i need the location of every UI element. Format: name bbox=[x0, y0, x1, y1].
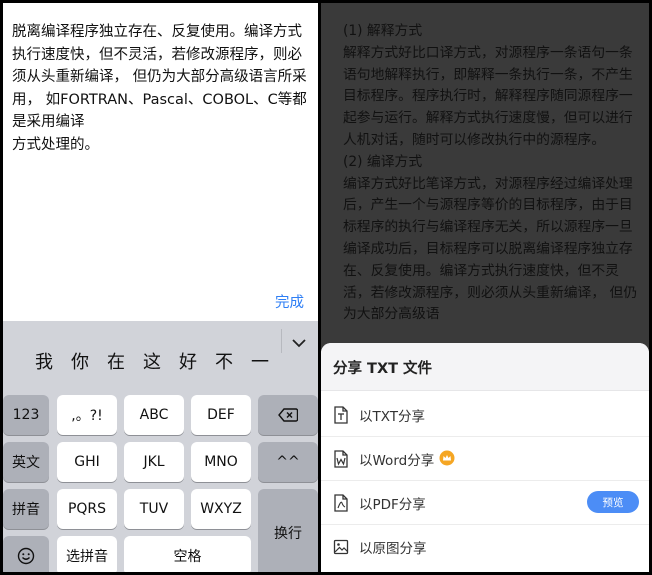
select-pinyin-key-label: 选拼音 bbox=[66, 549, 108, 565]
candidate-divider bbox=[281, 329, 282, 353]
pinyin-key-label: 拼音 bbox=[12, 502, 40, 518]
abc-key[interactable]: ABC bbox=[124, 395, 184, 435]
numbers-key-label: 123 bbox=[12, 407, 40, 423]
image-icon bbox=[333, 539, 349, 555]
share-as-txt-option[interactable]: 以TXT分享 bbox=[321, 393, 649, 437]
share-panel: (1) 解释方式 解释方式好比口译方式，对源程序一条语句一条语句地解释执行，即解… bbox=[321, 3, 649, 572]
def-key[interactable]: DEF bbox=[191, 395, 251, 435]
screenshot-frame: 脱离编译程序独立存在、反复使用。编译方式执行速度快，但不灵活，若修改源程序，则必… bbox=[0, 0, 652, 575]
chevron-down-icon[interactable] bbox=[291, 335, 307, 351]
candidate-bar: 我 你 在 这 好 不 一 bbox=[3, 321, 318, 373]
emoji-icon bbox=[17, 547, 35, 565]
candidate-item[interactable]: 一 bbox=[251, 348, 269, 374]
share-sheet: 分享 TXT 文件 以TXT分享 以Word分享 以PDF分享 预览 以原图分享 bbox=[321, 343, 649, 572]
tuv-key[interactable]: TUV bbox=[124, 489, 184, 529]
candidate-item[interactable]: 好 bbox=[179, 348, 197, 374]
doc-heading: (1) 解释方式 bbox=[343, 23, 423, 39]
share-sheet-title: 分享 TXT 文件 bbox=[333, 361, 433, 377]
preview-button[interactable]: 预览 bbox=[587, 491, 639, 513]
share-sheet-header: 分享 TXT 文件 bbox=[321, 343, 649, 391]
editor-panel: 脱离编译程序独立存在、反复使用。编译方式执行速度快，但不灵活，若修改源程序，则必… bbox=[3, 3, 318, 572]
space-key-label: 空格 bbox=[173, 549, 202, 565]
editor-toolbar: 完成 bbox=[3, 283, 318, 321]
ghi-key[interactable]: GHI bbox=[57, 442, 117, 482]
share-option-label: 以PDF分享 bbox=[359, 497, 426, 513]
caret-key[interactable]: ^^ bbox=[258, 442, 318, 482]
candidate-item[interactable]: 你 bbox=[71, 348, 89, 374]
text-editor[interactable]: 脱离编译程序独立存在、反复使用。编译方式执行速度快，但不灵活，若修改源程序，则必… bbox=[3, 3, 318, 283]
jkl-key-label: JKL bbox=[143, 454, 165, 470]
share-option-label: 以Word分享 bbox=[359, 453, 435, 469]
doc-paragraph: 编译方式好比笔译方式，对源程序经过编译处理后，产生一个与源程序等价的目标程序，由… bbox=[343, 175, 638, 323]
pdf-file-icon bbox=[334, 494, 348, 512]
wxyz-key-label: WXYZ bbox=[200, 501, 242, 517]
select-pinyin-key[interactable]: 选拼音 bbox=[57, 536, 117, 572]
enter-key-label: 换行 bbox=[274, 525, 302, 542]
doc-heading: (2) 编译方式 bbox=[343, 153, 423, 170]
editor-text[interactable]: 脱离编译程序独立存在、反复使用。编译方式执行速度快，但不灵活，若修改源程序，则必… bbox=[12, 21, 307, 156]
wxyz-key[interactable]: WXYZ bbox=[191, 489, 251, 529]
space-key[interactable]: 空格 bbox=[124, 536, 251, 572]
candidate-item[interactable]: 在 bbox=[107, 348, 125, 374]
abc-key-label: ABC bbox=[139, 407, 169, 423]
keyboard: 我 你 在 这 好 不 一 123 ,。?! ABC DEF 英文 GHI JK… bbox=[3, 321, 318, 572]
english-key-label: 英文 bbox=[12, 455, 40, 471]
share-option-label: 以原图分享 bbox=[359, 541, 427, 557]
pqrs-key[interactable]: PQRS bbox=[57, 489, 117, 529]
punctuation-key-label: ,。?! bbox=[71, 408, 103, 424]
document-text: (1) 解释方式 解释方式好比口译方式，对源程序一条语句一条语句地解释执行，即解… bbox=[343, 21, 643, 326]
pqrs-key-label: PQRS bbox=[67, 501, 107, 517]
caret-key-label: ^^ bbox=[276, 454, 300, 470]
candidate-item[interactable]: 我 bbox=[35, 348, 53, 374]
mno-key[interactable]: MNO bbox=[191, 442, 251, 482]
share-as-word-option[interactable]: 以Word分享 bbox=[321, 437, 649, 481]
punctuation-key[interactable]: ,。?! bbox=[57, 395, 117, 435]
english-key[interactable]: 英文 bbox=[3, 442, 49, 482]
candidate-item[interactable]: 这 bbox=[143, 348, 161, 374]
backspace-icon bbox=[278, 408, 298, 422]
share-as-pdf-option[interactable]: 以PDF分享 预览 bbox=[321, 481, 649, 525]
ghi-key-label: GHI bbox=[74, 454, 100, 470]
pinyin-key[interactable]: 拼音 bbox=[3, 489, 49, 529]
mno-key-label: MNO bbox=[204, 454, 238, 470]
tuv-key-label: TUV bbox=[139, 501, 169, 517]
txt-file-icon bbox=[334, 406, 348, 424]
candidate-item[interactable]: 不 bbox=[215, 348, 233, 374]
def-key-label: DEF bbox=[207, 407, 235, 423]
numbers-key[interactable]: 123 bbox=[3, 395, 49, 435]
doc-paragraph: 解释方式好比口译方式，对源程序一条语句一条语句地解释执行，即解释一条执行一条，不… bbox=[343, 44, 633, 148]
word-file-icon bbox=[334, 450, 348, 468]
enter-key[interactable]: 换行 bbox=[258, 489, 318, 572]
share-option-label: 以TXT分享 bbox=[359, 409, 426, 425]
emoji-key[interactable] bbox=[3, 536, 49, 572]
jkl-key[interactable]: JKL bbox=[124, 442, 184, 482]
backspace-key[interactable] bbox=[258, 395, 318, 435]
crown-icon bbox=[439, 450, 455, 466]
share-as-image-option[interactable]: 以原图分享 bbox=[321, 525, 649, 569]
done-button[interactable]: 完成 bbox=[275, 291, 304, 312]
